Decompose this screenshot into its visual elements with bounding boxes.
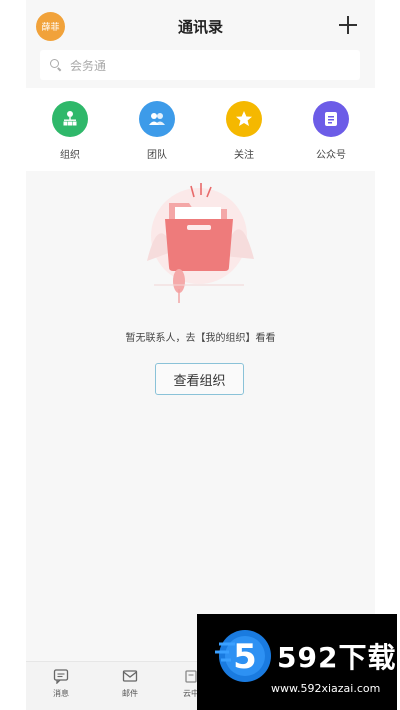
- search-icon: [50, 59, 62, 71]
- search-placeholder: 会务通: [70, 58, 107, 73]
- watermark: 5 592下载 www.592xiazai.com: [197, 614, 397, 710]
- search-input[interactable]: 会务通: [40, 50, 360, 80]
- empty-message: 暂无联系人，去【我的组织】看看: [125, 333, 276, 344]
- shortcut-public-account[interactable]: 公众号: [301, 101, 361, 161]
- shortcut-organization[interactable]: 组织: [40, 101, 100, 161]
- star-icon: [226, 101, 262, 137]
- watermark-brand: 592下载: [277, 641, 397, 674]
- org-chart-icon: [52, 101, 88, 137]
- message-icon: [53, 669, 69, 684]
- page-title: 通讯录: [177, 18, 223, 36]
- empty-state: 暂无联系人，去【我的组织】看看 查看组织: [26, 171, 375, 661]
- mail-icon: [122, 670, 138, 682]
- watermark-logo-digit: 5: [233, 637, 257, 677]
- shortcut-label: 组织: [60, 150, 80, 161]
- watermark-logo: 5: [215, 630, 271, 682]
- public-account-icon: [313, 101, 349, 137]
- shortcut-team[interactable]: 团队: [127, 101, 187, 161]
- shortcut-label: 团队: [147, 150, 167, 161]
- tab-label: 消息: [53, 689, 69, 698]
- phone-screen: 薛菲 通讯录 会务通 组织 团队 关注 公众号 暂无联系人，去【我的组织】看看 …: [26, 0, 375, 710]
- tab-label: 邮件: [122, 689, 138, 698]
- watermark-url: www.592xiazai.com: [271, 682, 381, 695]
- shortcut-follow[interactable]: 关注: [214, 101, 274, 161]
- tab-messages[interactable]: 消息: [36, 668, 86, 699]
- shortcut-label: 关注: [234, 150, 254, 161]
- shortcut-row: 组织 团队 关注 公众号: [26, 88, 375, 171]
- view-organization-button[interactable]: 查看组织: [155, 363, 244, 395]
- shortcut-label: 公众号: [316, 150, 346, 161]
- header: 薛菲 通讯录 会务通: [26, 0, 375, 88]
- empty-folder-illustration: [147, 183, 254, 303]
- add-icon[interactable]: [339, 16, 357, 34]
- tab-mail[interactable]: 邮件: [105, 668, 155, 699]
- team-icon: [139, 101, 175, 137]
